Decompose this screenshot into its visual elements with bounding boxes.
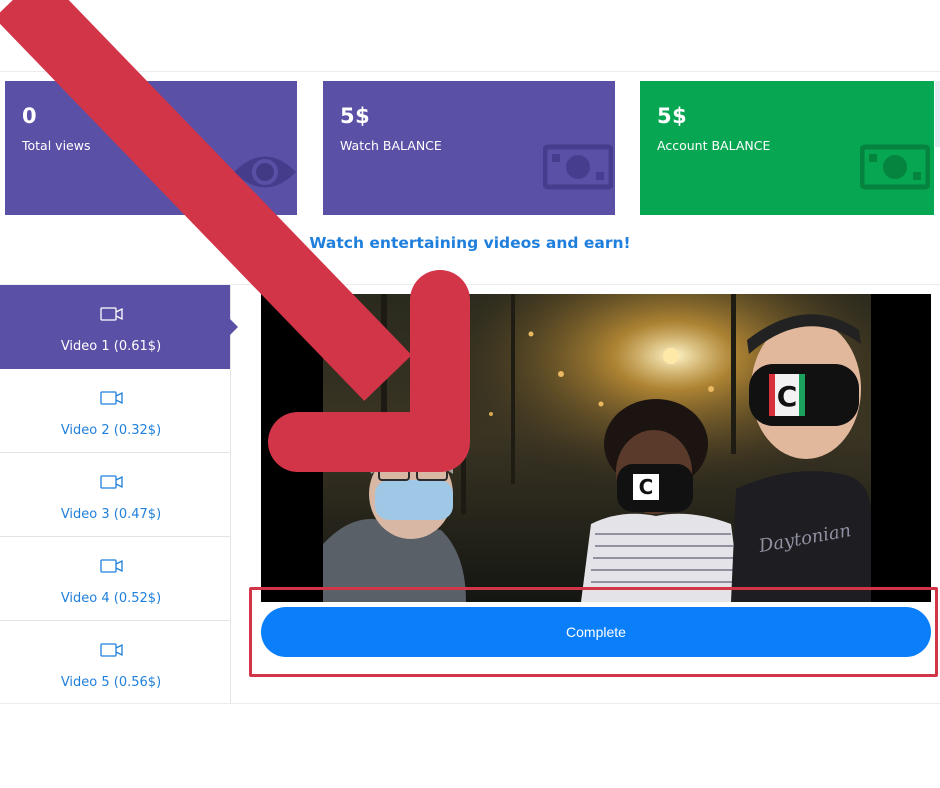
total-views-label: Total views xyxy=(22,138,91,153)
video-item-label: Video 5 (0.56$) xyxy=(60,675,162,690)
video-item-5[interactable]: Video 5 (0.56$) xyxy=(0,621,230,705)
complete-button[interactable]: Complete xyxy=(261,607,931,657)
next-card-edge xyxy=(935,81,940,147)
video-player[interactable]: C Daytonian C xyxy=(261,294,931,602)
account-balance-label: Account BALANCE xyxy=(657,138,771,153)
video-item-label: Video 4 (0.52$) xyxy=(60,591,162,606)
banknote-icon xyxy=(860,144,930,190)
video-camera-icon xyxy=(100,307,123,321)
top-divider xyxy=(0,71,940,72)
video-item-3[interactable]: Video 3 (0.47$) xyxy=(0,453,230,537)
video-item-label: Video 2 (0.32$) xyxy=(60,423,162,438)
video-camera-icon xyxy=(100,391,123,405)
total-views-card: 0 Total views xyxy=(5,81,297,215)
video-camera-icon xyxy=(100,559,123,573)
watch-balance-card: 5$ Watch BALANCE xyxy=(323,81,615,215)
video-camera-icon xyxy=(100,475,123,489)
video-item-2[interactable]: Video 2 (0.32$) xyxy=(0,369,230,453)
video-camera-icon xyxy=(100,643,123,657)
video-item-1[interactable]: Video 1 (0.61$) xyxy=(0,285,238,369)
eye-icon xyxy=(234,156,296,188)
video-item-label: Video 1 (0.61$) xyxy=(60,339,162,354)
mask-logo-small: C xyxy=(639,475,654,499)
video-list: Video 1 (0.61$) Video 2 (0.32$) Video 3 … xyxy=(0,285,238,705)
account-balance-card: 5$ Account BALANCE xyxy=(640,81,934,215)
bottom-divider xyxy=(0,703,940,704)
mask-logo-large: C xyxy=(777,380,798,413)
video-item-4[interactable]: Video 4 (0.52$) xyxy=(0,537,230,621)
page-headline: Watch entertaining videos and earn! xyxy=(309,234,631,252)
watch-balance-value: 5$ xyxy=(340,104,371,128)
account-balance-value: 5$ xyxy=(657,104,688,128)
watch-balance-label: Watch BALANCE xyxy=(340,138,442,153)
banknote-icon xyxy=(543,144,613,190)
video-item-label: Video 3 (0.47$) xyxy=(60,507,162,522)
total-views-value: 0 xyxy=(22,104,38,128)
video-frame: C Daytonian C xyxy=(323,294,871,602)
